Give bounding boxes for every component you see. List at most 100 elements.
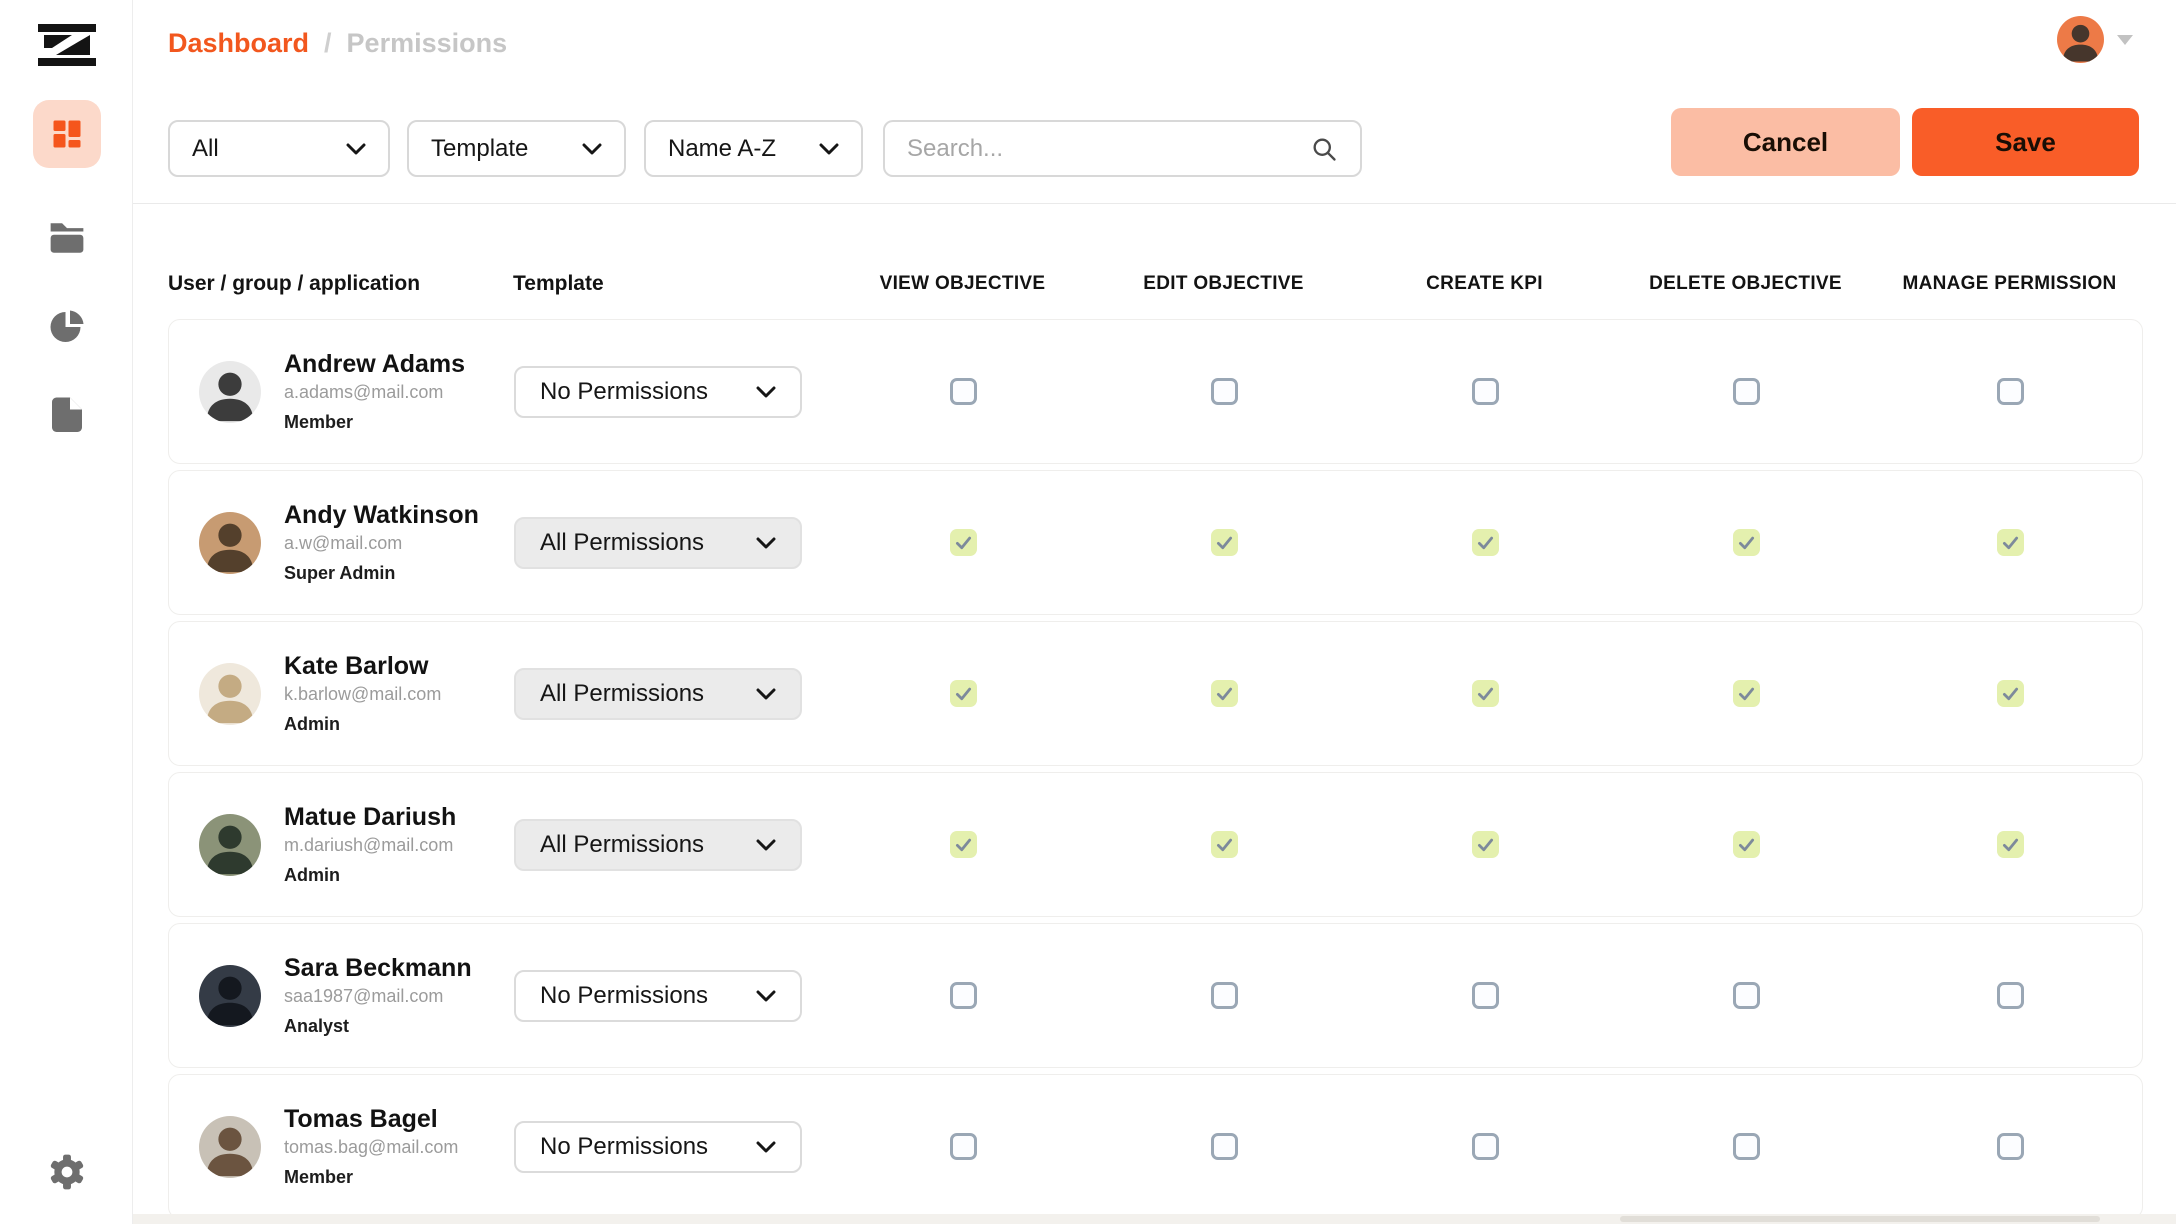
breadcrumb-permissions: Permissions — [347, 28, 508, 59]
permission-checkbox-edit-objective[interactable] — [1211, 680, 1238, 707]
permission-checkbox-create-kpi[interactable] — [1472, 982, 1499, 1009]
filter-all-value: All — [192, 135, 219, 163]
sidebar-item-settings[interactable] — [33, 1138, 101, 1206]
permission-checkbox-edit-objective[interactable] — [1211, 529, 1238, 556]
toolbar-divider — [133, 203, 2176, 204]
permission-checkbox-edit-objective[interactable] — [1211, 378, 1238, 405]
permission-checkbox-manage-permission[interactable] — [1997, 982, 2024, 1009]
permission-checkbox-manage-permission[interactable] — [1997, 1133, 2024, 1160]
sidebar-item-dashboard[interactable] — [33, 100, 101, 168]
user-cell: Matue Dariush m.dariush@mail.com Admin — [169, 803, 514, 886]
user-text: Matue Dariush m.dariush@mail.com Admin — [284, 803, 456, 886]
check-icon — [1475, 683, 1496, 704]
filter-template-value: Template — [431, 135, 528, 163]
permission-checkbox-view-objective[interactable] — [950, 1133, 977, 1160]
filter-sort-value: Name A-Z — [668, 135, 776, 163]
permission-cell — [1877, 1133, 2144, 1160]
permission-cell — [833, 529, 1094, 556]
horizontal-scrollbar[interactable] — [1620, 1216, 2100, 1222]
template-select-value: No Permissions — [540, 1133, 708, 1161]
permission-cell — [1094, 831, 1355, 858]
user-cell: Kate Barlow k.barlow@mail.com Admin — [169, 652, 514, 735]
table-row: Matue Dariush m.dariush@mail.com Admin A… — [168, 772, 2143, 917]
template-select[interactable]: All Permissions — [514, 668, 802, 720]
column-header-template: Template — [513, 272, 832, 296]
user-role: Member — [284, 412, 465, 433]
avatar — [199, 663, 261, 725]
permission-checkbox-view-objective[interactable] — [950, 529, 977, 556]
brand-logo[interactable] — [38, 24, 96, 66]
breadcrumb-dashboard[interactable]: Dashboard — [168, 28, 309, 59]
search-input[interactable] — [907, 135, 1310, 163]
permission-checkbox-delete-objective[interactable] — [1733, 982, 1760, 1009]
check-icon — [1736, 834, 1757, 855]
permission-checkbox-delete-objective[interactable] — [1733, 831, 1760, 858]
avatar — [199, 361, 261, 423]
table-row: Sara Beckmann saa1987@mail.com Analyst N… — [168, 923, 2143, 1068]
permission-cell — [1355, 680, 1616, 707]
permission-cell — [833, 982, 1094, 1009]
permission-checkbox-manage-permission[interactable] — [1997, 529, 2024, 556]
filter-all-select[interactable]: All — [168, 120, 390, 177]
permission-cell — [1616, 529, 1877, 556]
template-cell: All Permissions — [514, 819, 833, 871]
chevron-down-icon — [582, 143, 602, 155]
folder-icon — [47, 220, 87, 256]
column-header-view-objective: VIEW OBJECTIVE — [832, 273, 1093, 295]
column-header-delete-objective: DELETE OBJECTIVE — [1615, 273, 1876, 295]
check-icon — [953, 683, 974, 704]
permission-checkbox-manage-permission[interactable] — [1997, 680, 2024, 707]
sidebar-item-projects[interactable] — [33, 204, 101, 272]
template-select[interactable]: No Permissions — [514, 366, 802, 418]
sidebar — [0, 0, 133, 1224]
search-icon[interactable] — [1310, 135, 1338, 163]
permission-checkbox-delete-objective[interactable] — [1733, 529, 1760, 556]
template-select[interactable]: All Permissions — [514, 819, 802, 871]
template-cell: No Permissions — [514, 1121, 833, 1173]
permission-checkbox-view-objective[interactable] — [950, 982, 977, 1009]
save-button[interactable]: Save — [1912, 108, 2139, 176]
filter-sort-select[interactable]: Name A-Z — [644, 120, 863, 177]
permission-checkbox-create-kpi[interactable] — [1472, 1133, 1499, 1160]
table-row: Kate Barlow k.barlow@mail.com Admin All … — [168, 621, 2143, 766]
permission-checkbox-view-objective[interactable] — [950, 378, 977, 405]
check-icon — [953, 834, 974, 855]
user-menu[interactable] — [2057, 16, 2133, 63]
permission-checkbox-edit-objective[interactable] — [1211, 1133, 1238, 1160]
permission-checkbox-manage-permission[interactable] — [1997, 831, 2024, 858]
permission-checkbox-manage-permission[interactable] — [1997, 378, 2024, 405]
template-select-value: All Permissions — [540, 680, 704, 708]
cancel-button[interactable]: Cancel — [1671, 108, 1900, 176]
template-select[interactable]: No Permissions — [514, 970, 802, 1022]
chevron-down-icon[interactable] — [2117, 35, 2133, 45]
permission-checkbox-delete-objective[interactable] — [1733, 378, 1760, 405]
breadcrumb: Dashboard / Permissions — [168, 28, 507, 59]
user-avatar[interactable] — [2057, 16, 2104, 63]
check-icon — [1475, 532, 1496, 553]
permission-checkbox-view-objective[interactable] — [950, 831, 977, 858]
permission-checkbox-create-kpi[interactable] — [1472, 831, 1499, 858]
permission-checkbox-create-kpi[interactable] — [1472, 378, 1499, 405]
permission-checkbox-view-objective[interactable] — [950, 680, 977, 707]
check-icon — [1214, 532, 1235, 553]
permission-cell — [1877, 831, 2144, 858]
permission-checkbox-delete-objective[interactable] — [1733, 1133, 1760, 1160]
permission-checkbox-create-kpi[interactable] — [1472, 680, 1499, 707]
sidebar-item-reports[interactable] — [33, 293, 101, 361]
permission-checkbox-create-kpi[interactable] — [1472, 529, 1499, 556]
user-role: Admin — [284, 714, 441, 735]
chevron-down-icon — [756, 839, 776, 851]
template-select[interactable]: All Permissions — [514, 517, 802, 569]
sidebar-item-documents[interactable] — [33, 380, 101, 448]
check-icon — [1736, 683, 1757, 704]
table-row: Andy Watkinson a.w@mail.com Super Admin … — [168, 470, 2143, 615]
permission-cell — [1094, 529, 1355, 556]
template-select[interactable]: No Permissions — [514, 1121, 802, 1173]
permission-checkbox-edit-objective[interactable] — [1211, 982, 1238, 1009]
permission-cell — [1616, 1133, 1877, 1160]
permission-checkbox-edit-objective[interactable] — [1211, 831, 1238, 858]
user-name: Andy Watkinson — [284, 501, 479, 530]
user-cell: Sara Beckmann saa1987@mail.com Analyst — [169, 954, 514, 1037]
filter-template-select[interactable]: Template — [407, 120, 626, 177]
permission-checkbox-delete-objective[interactable] — [1733, 680, 1760, 707]
